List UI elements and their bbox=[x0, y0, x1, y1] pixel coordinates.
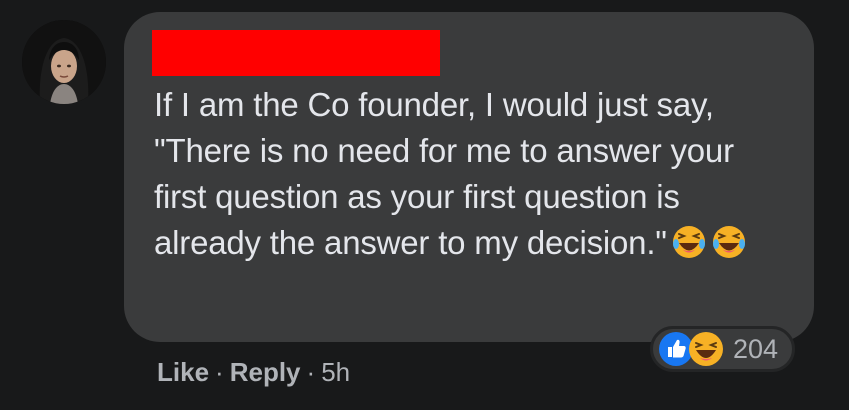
separator: · bbox=[215, 357, 224, 387]
comment-body: If I am the Co founder, I would just say… bbox=[154, 82, 794, 266]
comment-thread: If I am the Co founder, I would just say… bbox=[0, 0, 849, 410]
author-name-redacted[interactable] bbox=[152, 30, 440, 76]
timestamp[interactable]: 5h bbox=[321, 357, 350, 388]
reaction-count: 204 bbox=[733, 333, 779, 364]
separator: · bbox=[306, 357, 316, 387]
comment-actions: Like · Reply · 5h bbox=[157, 357, 350, 388]
comment-text: If I am the Co founder, I would just say… bbox=[154, 86, 734, 261]
laughing-with-tears-icon bbox=[711, 224, 747, 260]
profile-photo-icon bbox=[22, 20, 106, 104]
avatar[interactable] bbox=[22, 20, 106, 104]
haha-icon bbox=[687, 330, 725, 368]
laughing-with-tears-icon bbox=[671, 224, 707, 260]
like-button[interactable]: Like bbox=[157, 357, 209, 388]
reply-button[interactable]: Reply bbox=[230, 357, 301, 388]
reactions-summary[interactable]: 204 bbox=[650, 326, 796, 372]
